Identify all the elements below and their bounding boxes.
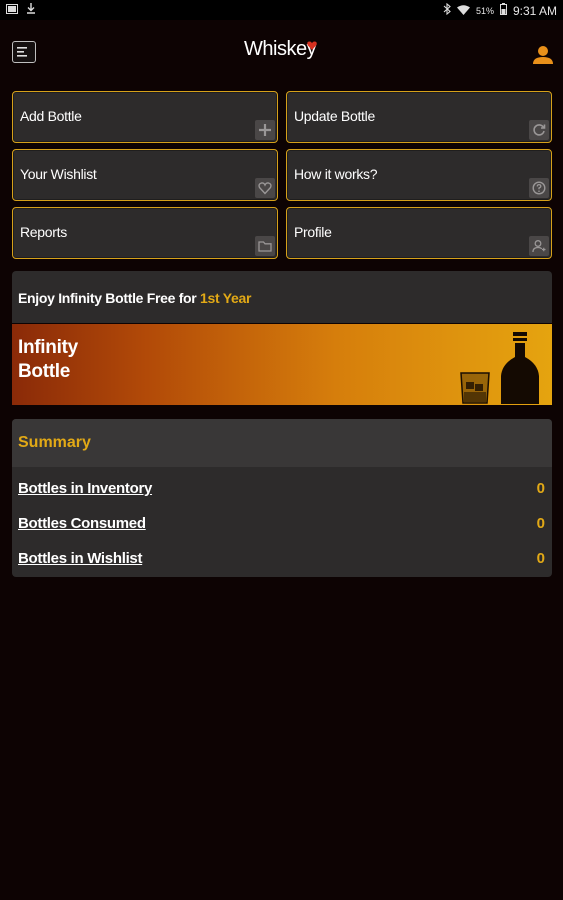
menu-button[interactable]	[12, 41, 36, 63]
infinity-bottle-banner[interactable]: Infinity Bottle	[12, 324, 552, 405]
heart-icon	[255, 178, 275, 198]
clock: 9:31 AM	[512, 3, 557, 18]
summary-row[interactable]: Bottles Consumed 0	[12, 509, 552, 539]
user-icon	[529, 236, 549, 256]
update-bottle-label: Update Bottle	[294, 108, 375, 124]
bottles-in-wishlist-link[interactable]: Bottles in Wishlist	[18, 550, 142, 567]
bottles-in-wishlist-count: 0	[536, 550, 545, 567]
app-bar: Whiskey	[0, 20, 563, 82]
reports-tile[interactable]: Reports	[12, 207, 278, 259]
how-it-works-label: How it works?	[294, 166, 378, 182]
user-account-icon[interactable]	[532, 45, 554, 65]
wifi-icon	[456, 4, 470, 18]
profile-tile[interactable]: Profile	[286, 207, 552, 259]
profile-label: Profile	[294, 224, 332, 240]
infinity-promo-bar[interactable]: Enjoy Infinity Bottle Free for 1st Year	[12, 271, 552, 323]
question-icon	[529, 178, 549, 198]
download-icon	[26, 3, 36, 17]
your-wishlist-label: Your Wishlist	[20, 166, 97, 182]
promo-text-main: Enjoy Infinity Bottle Free for	[18, 290, 201, 306]
summary-row[interactable]: Bottles in Wishlist 0	[12, 544, 552, 574]
whiskey-bottle-icon	[501, 332, 539, 404]
banner-title: Infinity Bottle	[18, 336, 78, 384]
summary-card: Summary Bottles in Inventory 0 Bottles C…	[12, 419, 552, 577]
screenshot-notification-icon	[6, 3, 18, 17]
promo-text: Enjoy Infinity Bottle Free for 1st Year	[18, 290, 251, 306]
update-bottle-tile[interactable]: Update Bottle	[286, 91, 552, 143]
your-wishlist-tile[interactable]: Your Wishlist	[12, 149, 278, 201]
summary-header: Summary	[12, 419, 552, 467]
banner-line-1: Infinity	[18, 337, 78, 358]
menu-icon	[17, 47, 27, 57]
whiskey-glass-icon	[460, 372, 490, 404]
bottles-consumed-link[interactable]: Bottles Consumed	[18, 515, 146, 532]
bluetooth-icon	[443, 2, 451, 18]
bottles-consumed-count: 0	[536, 515, 545, 532]
status-bar: 51% 9:31 AM	[0, 0, 563, 20]
add-bottle-label: Add Bottle	[20, 108, 82, 124]
banner-line-2: Bottle	[18, 361, 71, 382]
summary-row[interactable]: Bottles in Inventory 0	[12, 474, 552, 504]
plus-icon	[255, 120, 275, 140]
bottles-in-inventory-count: 0	[536, 480, 545, 497]
promo-highlight: 1st Year	[200, 290, 252, 306]
battery-icon	[499, 3, 507, 18]
app-logo: Whiskey	[244, 38, 317, 60]
refresh-icon	[529, 120, 549, 140]
summary-title: Summary	[18, 434, 91, 451]
bottles-in-inventory-link[interactable]: Bottles in Inventory	[18, 480, 152, 497]
logo-heart-icon	[307, 41, 317, 50]
battery-percent: 51%	[475, 5, 494, 16]
add-bottle-tile[interactable]: Add Bottle	[12, 91, 278, 143]
how-it-works-tile[interactable]: How it works?	[286, 149, 552, 201]
folder-icon	[255, 236, 275, 256]
reports-label: Reports	[20, 224, 67, 240]
